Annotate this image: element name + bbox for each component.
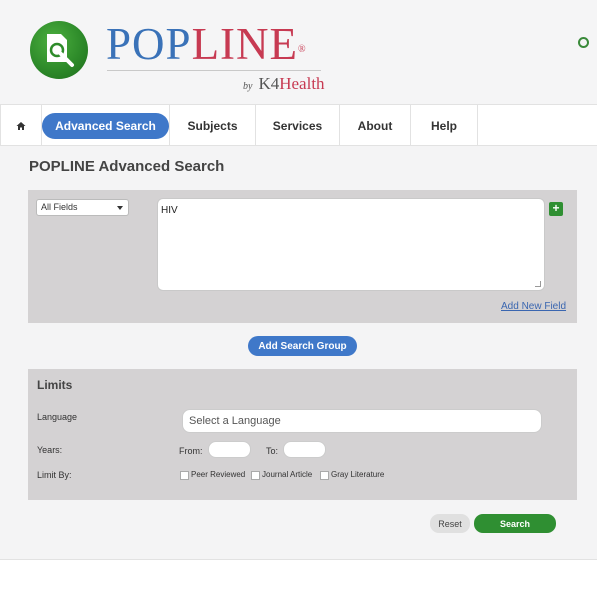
language-label: Language [37,412,78,422]
field-select-value: All Fields [41,202,78,212]
k4health-logo: by K4Health [243,74,325,94]
query-textarea[interactable]: HIV [157,198,545,291]
gray-literature-checkbox[interactable] [320,471,329,480]
query-text: HIV [161,205,178,216]
by-text: by [243,81,253,92]
from-label: From: [179,446,203,456]
peer-reviewed-label: Peer Reviewed [191,470,246,479]
popline-logo-icon[interactable] [30,21,88,79]
years-label: Years: [37,445,63,455]
journal-article-label: Journal Article [262,470,313,479]
search-button[interactable]: Search [474,514,556,533]
home-icon [16,121,26,130]
page-title: POPLINE Advanced Search [29,158,225,175]
language-select[interactable]: Select a Language [182,409,542,433]
main-nav: Advanced Search Subjects Services About … [0,104,597,146]
account-icon[interactable] [578,37,589,48]
nav-home[interactable] [0,105,42,146]
brand-logo-text[interactable]: POPLINE® [106,20,307,68]
k4-text: K4 [258,74,280,93]
year-to-input[interactable] [283,441,326,458]
nav-about[interactable]: About [340,105,411,146]
brand-divider [107,70,321,71]
reset-button[interactable]: Reset [430,514,470,533]
nav-advanced-search-label: Advanced Search [42,112,169,139]
chevron-down-icon [117,206,123,210]
journal-article-checkbox[interactable] [251,471,260,480]
gray-literature-label: Gray Literature [331,470,385,479]
health-text: Health [279,74,325,93]
nav-subjects[interactable]: Subjects [170,105,256,146]
to-label: To: [266,446,279,456]
brand-line: LINE [191,19,299,69]
limits-title: Limits [37,378,73,392]
brand-pop: POP [106,19,192,69]
year-from-input[interactable] [208,441,251,458]
add-search-group-button[interactable]: Add Search Group [248,336,357,356]
add-new-field-link[interactable]: Add New Field [501,301,566,312]
nav-advanced-search[interactable]: Advanced Search [42,105,170,146]
peer-reviewed-checkbox[interactable] [180,471,189,480]
resize-grip-icon[interactable] [535,281,541,287]
limits-section [28,369,577,500]
field-select[interactable]: All Fields [36,199,129,216]
nav-services[interactable]: Services [256,105,340,146]
brand-registered: ® [298,44,307,55]
limit-by-label: Limit By: [37,470,72,480]
nav-help[interactable]: Help [411,105,478,146]
add-row-button[interactable]: + [549,202,563,216]
